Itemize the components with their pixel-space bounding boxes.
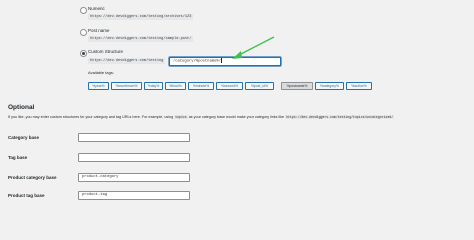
- product-tag-base-input[interactable]: product-tag: [78, 191, 190, 200]
- category-base-input[interactable]: [78, 133, 190, 142]
- tag-second[interactable]: %second%: [216, 82, 243, 90]
- tag-year[interactable]: %year%: [88, 82, 109, 90]
- tag-hour[interactable]: %hour%: [165, 82, 186, 90]
- tag-postname[interactable]: %postname%: [281, 82, 313, 90]
- tag-base-label: Tag base: [8, 155, 28, 160]
- numeric-example-url: https://dev.devdiggers.com/testing/archi…: [88, 14, 194, 20]
- custom-structure-value: /category/%postname%/: [173, 59, 221, 64]
- tag-day[interactable]: %day%: [144, 82, 163, 90]
- post-name-example-url: https://dev.devdiggers.com/testing/sampl…: [88, 36, 194, 42]
- tag-category[interactable]: %category%: [315, 82, 344, 90]
- custom-structure-radio[interactable]: [80, 50, 87, 57]
- custom-structure-label: Custom Structure: [88, 49, 124, 54]
- description-text-middle: as your category base would make your ca…: [188, 115, 285, 119]
- tag-author[interactable]: %author%: [346, 82, 372, 90]
- product-category-base-label: Product category base: [8, 175, 57, 180]
- product-category-base-input[interactable]: product-category: [78, 173, 190, 182]
- tag-minute[interactable]: %minute%: [188, 82, 214, 90]
- numeric-radio[interactable]: [80, 7, 87, 14]
- post-name-label: Post name: [88, 28, 110, 33]
- tag-monthnum[interactable]: %monthnum%: [111, 82, 142, 90]
- optional-description: If you like, you may enter custom struct…: [8, 114, 470, 120]
- tag-post-id[interactable]: %post_id%: [245, 82, 274, 90]
- optional-heading: Optional: [8, 104, 35, 111]
- annotation-arrow-icon: [232, 36, 275, 59]
- category-base-label: Category base: [8, 135, 40, 140]
- description-example-url: https://dev.devdiggers.com/testing/topic…: [285, 115, 395, 119]
- available-tags-label: Available tags:: [88, 70, 114, 75]
- description-text: If you like, you may enter custom struct…: [8, 115, 174, 119]
- numeric-label: Numeric: [88, 6, 105, 11]
- custom-structure-prefix: https://dev.devdiggers.com/testing: [88, 58, 166, 64]
- tag-base-input[interactable]: [78, 153, 190, 162]
- post-name-radio[interactable]: [80, 29, 87, 36]
- text-cursor: [220, 58, 222, 63]
- product-tag-base-label: Product tag base: [8, 193, 45, 198]
- description-code: topics: [174, 115, 188, 119]
